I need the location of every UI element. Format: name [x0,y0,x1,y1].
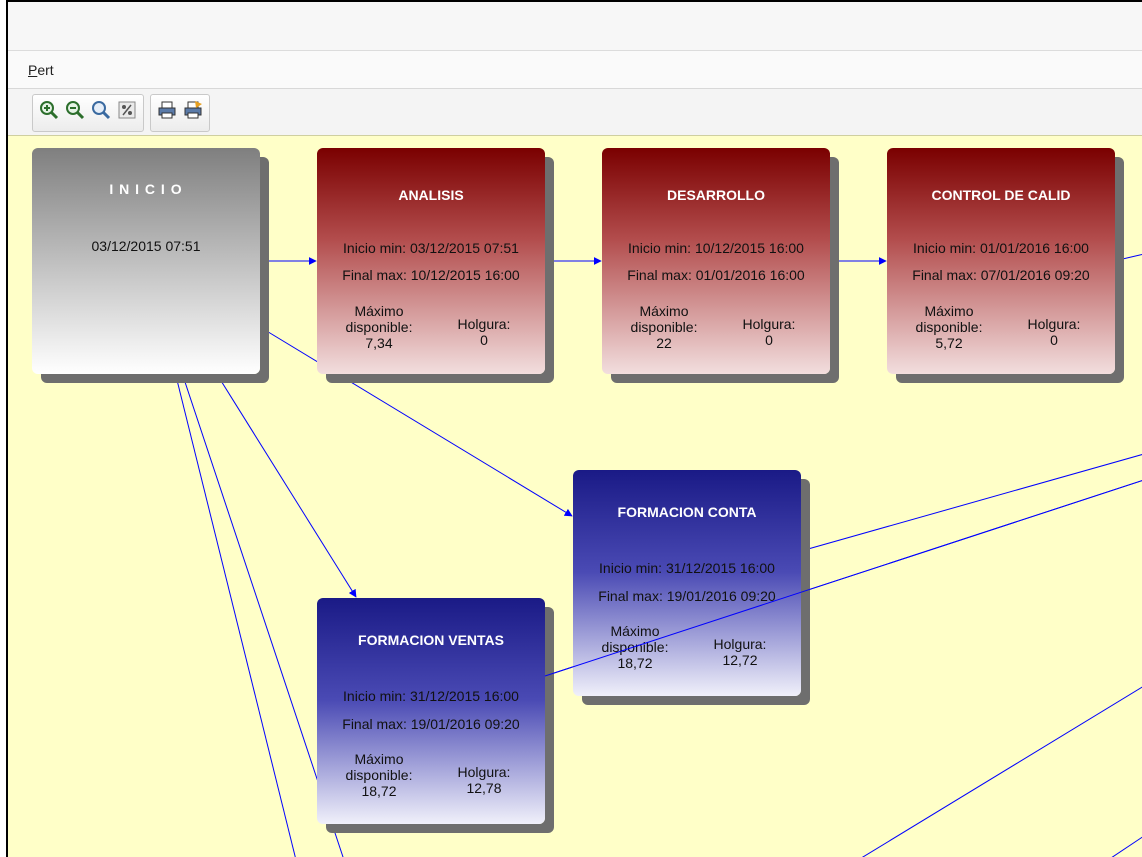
node-analisis[interactable]: ANALISIS Inicio min: 03/12/2015 07:51 Fi… [317,148,545,374]
title-bar [8,2,1142,51]
toolbar [32,94,210,132]
print-preview-button[interactable] [181,98,205,122]
node-inicio-min: Inicio min: 03/12/2015 07:51 [343,240,519,256]
print-preview-icon [184,101,202,119]
zoom-in-button[interactable] [37,98,61,122]
node-maximo-disponible: Máximo disponible: 5,72 [915,303,983,351]
zoom-percent-icon [118,101,136,119]
print-button[interactable] [155,98,179,122]
zoom-percent-button[interactable] [115,98,139,122]
node-final-max: Final max: 19/01/2016 09:20 [342,716,520,732]
zoom-reset-icon [92,101,111,120]
node-inicio-min: Inicio min: 10/12/2015 16:00 [628,240,804,256]
node-desarrollo[interactable]: DESARROLLO Inicio min: 10/12/2015 16:00 … [602,148,830,374]
link-inicio-ventas [217,375,357,598]
link-inicio-down-1 [175,375,296,857]
node-holgura: Holgura: 0 [457,316,511,348]
node-title: DESARROLLO [667,187,765,203]
node-final-max: Final max: 07/01/2016 09:20 [912,267,1090,283]
node-inicio-min: Inicio min: 31/12/2015 16:00 [343,688,519,704]
link-bottom-right-2 [1111,836,1142,857]
zoom-reset-button[interactable] [89,98,113,122]
node-holgura: Holgura: 0 [1027,316,1081,348]
menu-pert[interactable]: Pert [28,62,54,78]
node-title: FORMACION VENTAS [358,632,504,648]
node-maximo-disponible: Máximo disponible: 22 [630,303,698,351]
zoom-out-button[interactable] [63,98,87,122]
node-final-max: Final max: 01/01/2016 16:00 [627,267,805,283]
node-date: 03/12/2015 07:51 [91,238,201,254]
node-holgura: Holgura: 12,78 [457,764,511,796]
node-final-max: Final max: 19/01/2016 09:20 [598,588,776,604]
zoom-in-icon [40,101,59,120]
node-maximo-disponible: Máximo disponible: 18,72 [601,623,669,671]
node-inicio-min: Inicio min: 31/12/2015 16:00 [599,560,775,576]
node-title: I N I C I O [109,181,183,197]
zoom-group [32,94,144,132]
node-title: CONTROL DE CALID [931,187,1071,203]
link-bottom-right-1 [861,686,1142,857]
zoom-out-icon [66,101,85,120]
print-icon [158,101,176,119]
node-inicio-min: Inicio min: 01/01/2016 16:00 [913,240,1089,256]
node-control-calidad[interactable]: CONTROL DE CALID Inicio min: 01/01/2016 … [887,148,1115,374]
pert-canvas[interactable]: I N I C I O 03/12/2015 07:51 ANALISIS In… [8,135,1142,857]
print-group [150,94,210,132]
menu-bar: Pert [8,51,1142,89]
link-control-next [1113,253,1142,262]
node-holgura: Holgura: 12,72 [713,636,767,668]
node-title: ANALISIS [398,187,464,203]
node-title: FORMACION CONTA [617,504,757,520]
pert-window: Pert I N I C I O 03/12/2015 07:51 ANALIS… [6,0,1142,857]
node-maximo-disponible: Máximo disponible: 7,34 [345,303,413,351]
node-formacion-conta[interactable]: FORMACION CONTA Inicio min: 31/12/2015 1… [573,470,801,696]
node-final-max: Final max: 10/12/2015 16:00 [342,267,520,283]
node-inicio[interactable]: I N I C I O 03/12/2015 07:51 [32,148,260,374]
node-formacion-ventas[interactable]: FORMACION VENTAS Inicio min: 31/12/2015 … [317,598,545,824]
node-holgura: Holgura: 0 [742,316,796,348]
node-maximo-disponible: Máximo disponible: 18,72 [345,751,413,799]
